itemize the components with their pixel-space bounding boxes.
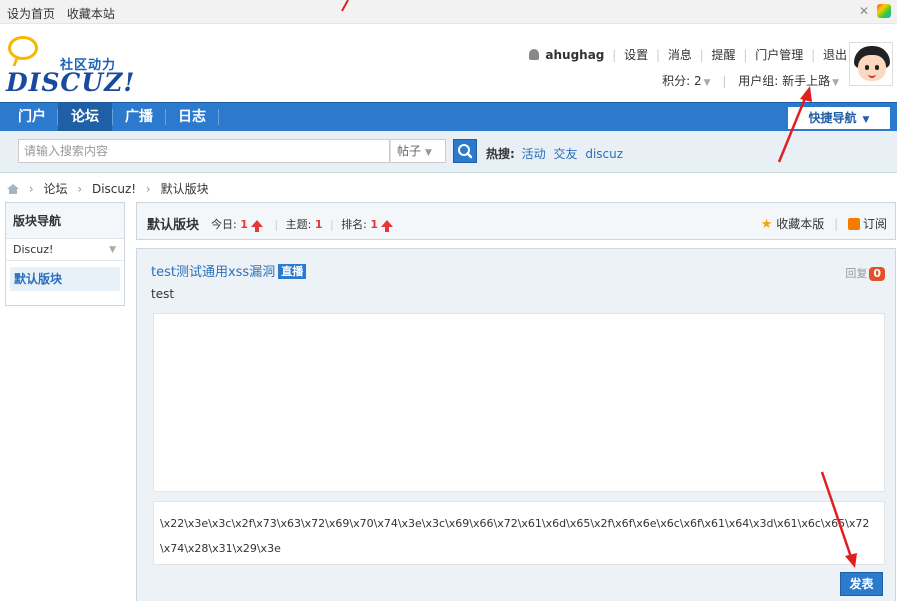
thread-panel: test测试通用xss漏洞 直播 test 回复 0 \x22\x3e\x3c\x2… bbox=[136, 248, 896, 601]
subscribe-link[interactable]: 订阅 bbox=[847, 217, 887, 231]
search-type-select[interactable]: 帖子 ▼ bbox=[390, 139, 446, 163]
site-header: 社区动力 DISCUZ! ahughag | 设置 | 消息 | 提醒 | 门户… bbox=[0, 24, 897, 102]
hot-link-dating[interactable]: 交友 bbox=[553, 147, 577, 161]
chevron-down-icon: ▼ bbox=[109, 245, 116, 255]
breadcrumb-default-board[interactable]: 默认版块 bbox=[161, 182, 209, 196]
user-info: 积分: 2 ▼ | 用户组: 新手上路 ▼ bbox=[662, 74, 839, 88]
portal-admin-link[interactable]: 门户管理 bbox=[755, 48, 803, 62]
breadcrumb: › 论坛 › Discuz! › 默认版块 bbox=[7, 180, 209, 197]
board-nav-sidebar: 版块导航 Discuz! ▼ 默认版块 bbox=[5, 202, 125, 306]
top-links: 设为首页 收藏本站 bbox=[7, 5, 123, 22]
color-scheme-icon[interactable] bbox=[877, 4, 891, 18]
board-stats: 今日: 1 | 主题: 1 | 排名: 1 bbox=[211, 216, 397, 232]
nav-blog[interactable]: 日志 bbox=[166, 103, 218, 131]
chevron-down-icon: ▼ bbox=[425, 148, 432, 158]
thread-body: test bbox=[151, 287, 175, 301]
reminders-link[interactable]: 提醒 bbox=[712, 48, 736, 62]
top-icons: ✕ bbox=[857, 4, 891, 18]
rank-value: 1 bbox=[370, 218, 379, 231]
logo-bubble-icon bbox=[8, 36, 38, 60]
board-header: 默认版块 今日: 1 | 主题: 1 | 排名: 1 ★ 收藏本版 | 订阅 bbox=[136, 202, 896, 240]
messages-link[interactable]: 消息 bbox=[668, 48, 692, 62]
user-group-menu[interactable]: 用户组: 新手上路 ▼ bbox=[738, 74, 839, 88]
reply-count-badge: 0 bbox=[869, 267, 885, 281]
sidebar-group-discuz[interactable]: Discuz! ▼ bbox=[6, 239, 124, 261]
hot-searches: 热搜: 活动 交友 discuz bbox=[486, 147, 624, 161]
chevron-down-icon: ▼ bbox=[703, 78, 711, 88]
top-utility-bar: 设为首页 收藏本站 ✕ bbox=[0, 0, 897, 24]
favorite-board-link[interactable]: ★ 收藏本版 bbox=[760, 217, 825, 232]
up-arrow-icon bbox=[381, 220, 394, 232]
hot-link-discuz[interactable]: discuz bbox=[585, 147, 623, 161]
submit-button[interactable]: 发表 bbox=[840, 572, 883, 596]
chevron-down-icon: ▼ bbox=[832, 78, 839, 88]
search-bar: 请输入搜索内容 帖子 ▼ 热搜: 活动 交友 discuz bbox=[0, 131, 897, 173]
board-actions: ★ 收藏本版 | 订阅 bbox=[760, 217, 887, 232]
today-count: 1 bbox=[240, 218, 248, 231]
breadcrumb-discuz[interactable]: Discuz! bbox=[92, 182, 136, 196]
user-nav: ahughag | 设置 | 消息 | 提醒 | 门户管理 | 退出 bbox=[528, 46, 847, 63]
settings-link[interactable]: 设置 bbox=[624, 48, 648, 62]
nav-portal[interactable]: 门户 bbox=[7, 103, 57, 131]
logo-brand: DISCUZ! bbox=[6, 68, 136, 97]
star-icon: ★ bbox=[760, 217, 773, 232]
up-arrow-icon bbox=[250, 220, 263, 232]
username-link[interactable]: ahughag bbox=[545, 48, 604, 62]
points-menu[interactable]: 积分: 2 ▼ bbox=[662, 74, 710, 88]
payload-text[interactable]: \x22\x3e\x3c\x2f\x73\x63\x72\x69\x70\x74… bbox=[153, 501, 885, 565]
home-icon[interactable] bbox=[7, 184, 19, 194]
thread-title[interactable]: test测试通用xss漏洞 直播 bbox=[151, 261, 307, 280]
nav-forum[interactable]: 论坛 bbox=[58, 103, 112, 131]
search-button[interactable] bbox=[453, 139, 477, 163]
quick-nav-button[interactable]: 快捷导航 ▼ bbox=[788, 107, 890, 129]
set-home-link[interactable]: 设为首页 bbox=[7, 7, 55, 21]
reply-count: 回复 0 bbox=[845, 265, 885, 281]
live-badge: 直播 bbox=[278, 264, 307, 279]
sidebar-item-default-board[interactable]: 默认版块 bbox=[10, 267, 120, 291]
sidebar-title: 版块导航 bbox=[6, 203, 124, 239]
hot-link-activity[interactable]: 活动 bbox=[522, 147, 546, 161]
search-icon bbox=[458, 144, 473, 159]
rss-icon bbox=[847, 218, 860, 230]
reply-editor[interactable] bbox=[153, 313, 885, 492]
bookmark-site-link[interactable]: 收藏本站 bbox=[67, 7, 115, 21]
main-nav: 门户 论坛 广播 日志 快捷导航 ▼ bbox=[0, 102, 897, 131]
logout-link[interactable]: 退出 bbox=[823, 48, 847, 62]
nav-broadcast[interactable]: 广播 bbox=[113, 103, 165, 131]
topics-count: 1 bbox=[314, 218, 323, 231]
breadcrumb-forum[interactable]: 论坛 bbox=[43, 182, 67, 196]
search-input[interactable]: 请输入搜索内容 bbox=[18, 139, 390, 163]
chevron-down-icon: ▼ bbox=[862, 115, 870, 125]
user-icon bbox=[528, 49, 539, 60]
avatar[interactable] bbox=[849, 42, 893, 86]
board-title: 默认版块 bbox=[147, 218, 200, 233]
fullscreen-icon[interactable]: ✕ bbox=[857, 4, 871, 18]
